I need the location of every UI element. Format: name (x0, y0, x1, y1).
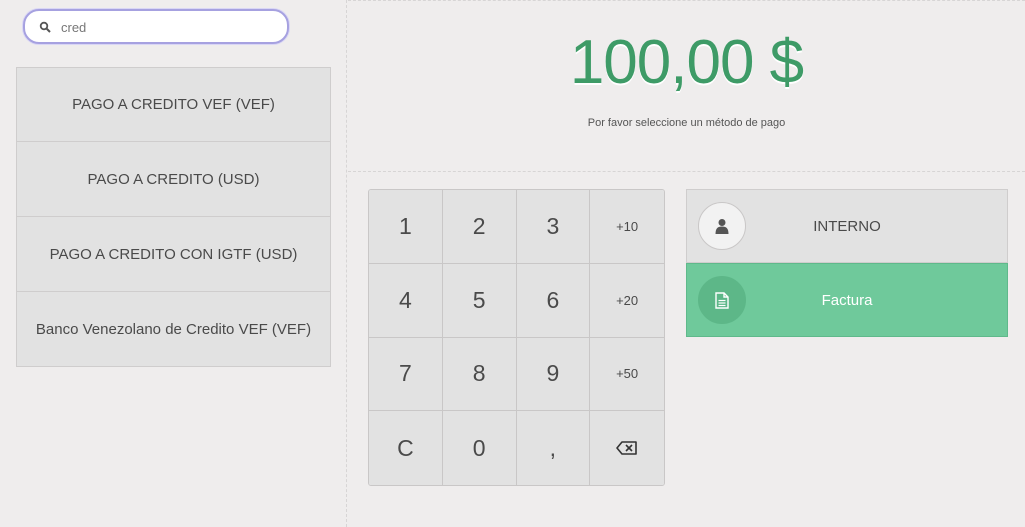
payment-hint: Por favor seleccione un método de pago (587, 117, 786, 129)
numpad-key-4[interactable]: 4 (369, 263, 443, 338)
numpad-key-plus10[interactable]: +10 (590, 190, 664, 264)
payment-method-item[interactable]: PAGO A CREDITO CON IGTF (USD) (16, 217, 331, 292)
customer-label: INTERNO (813, 217, 881, 235)
numpad-key-decimal[interactable]: , (516, 411, 591, 485)
numpad-key-0[interactable]: 0 (442, 411, 517, 485)
search-input[interactable] (61, 18, 261, 36)
numpad-key-plus20[interactable]: +20 (590, 263, 664, 338)
total-amount: 100,00 $ (569, 28, 804, 97)
payment-method-item[interactable]: PAGO A CREDITO VEF (VEF) (16, 67, 331, 142)
numpad-key-3[interactable]: 3 (516, 190, 591, 264)
numpad-key-5[interactable]: 5 (442, 263, 517, 338)
payment-method-list: PAGO A CREDITO VEF (VEF) PAGO A CREDITO … (16, 67, 331, 367)
left-panel: PAGO A CREDITO VEF (VEF) PAGO A CREDITO … (0, 0, 347, 527)
numpad-key-8[interactable]: 8 (442, 337, 517, 412)
search-icon (39, 21, 51, 33)
action-buttons: INTERNO Factura (686, 189, 1008, 337)
document-icon (698, 276, 746, 324)
backspace-icon (616, 441, 637, 455)
numpad-key-plus50[interactable]: +50 (590, 337, 664, 412)
numpad-key-clear[interactable]: C (369, 411, 443, 485)
numpad-key-9[interactable]: 9 (516, 337, 591, 412)
numpad-key-1[interactable]: 1 (369, 190, 443, 264)
payment-method-item[interactable]: PAGO A CREDITO (USD) (16, 142, 331, 217)
invoice-label: Factura (821, 291, 873, 309)
numpad: 1 2 3 +10 4 5 6 +20 7 8 9 +50 C 0 , (368, 189, 665, 486)
payment-summary: 100,00 $ Por favor seleccione un método … (348, 0, 1025, 172)
numpad-key-backspace[interactable] (590, 411, 664, 485)
numpad-key-7[interactable]: 7 (369, 337, 443, 412)
search-box[interactable] (23, 9, 289, 44)
numpad-key-2[interactable]: 2 (442, 190, 517, 264)
numpad-key-6[interactable]: 6 (516, 263, 591, 338)
payment-method-item[interactable]: Banco Venezolano de Credito VEF (VEF) (16, 292, 331, 367)
user-icon (698, 202, 746, 250)
customer-button[interactable]: INTERNO (686, 189, 1008, 263)
invoice-button[interactable]: Factura (686, 263, 1008, 337)
